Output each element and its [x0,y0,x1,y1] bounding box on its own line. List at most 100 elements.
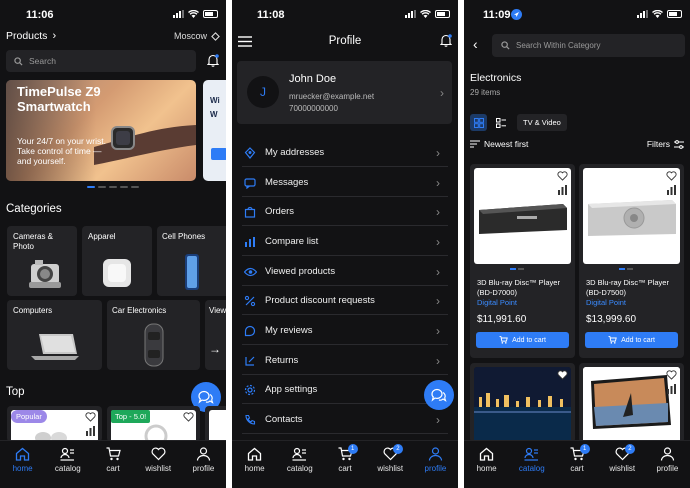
nav-cart[interactable]: 1 cart [322,441,367,488]
list-icon [495,117,506,128]
top-product-card[interactable] [205,406,226,442]
category-computers[interactable]: Computers [7,300,102,370]
add-to-cart-button[interactable]: Add to cart [476,332,569,348]
products-header[interactable]: Products › [6,30,56,42]
bell-icon [206,54,220,67]
promo-banner-2[interactable]: Wi W [203,80,226,181]
messages-icon [244,177,256,189]
heart-icon[interactable] [666,370,677,380]
user-card[interactable]: J John Doe mruecker@example.net 70000000… [237,61,452,124]
category-view-all[interactable]: View → [205,300,226,370]
location-arrow-icon [511,9,522,20]
product-card[interactable] [579,363,684,443]
heart-icon[interactable] [557,370,568,380]
nav-cart[interactable]: cart [90,441,135,488]
nav-wishlist[interactable]: wishlist [136,441,181,488]
category-car-electronics[interactable]: Car Electronics [107,300,200,370]
banner2-button[interactable] [211,148,226,160]
nav-home[interactable]: home [232,441,277,488]
menu-item-settings[interactable]: App settings [242,376,448,404]
category-cameras[interactable]: Cameras & Photo [7,226,77,296]
category-label: Car Electronics [112,306,167,315]
nav-profile[interactable]: profile [413,441,458,488]
menu-item-viewed[interactable]: Viewed products › [242,258,448,286]
compare-icon[interactable] [558,185,567,195]
bell-icon[interactable] [440,34,452,47]
nav-wishlist[interactable]: 2 wishlist [600,441,645,488]
product-brand[interactable]: Digital Point [477,298,517,307]
nav-catalog[interactable]: catalog [45,441,90,488]
nav-profile[interactable]: profile [645,441,690,488]
menu-label: Messages [265,177,309,188]
image-pagination [619,268,633,270]
nav-home[interactable]: home [0,441,45,488]
profile-icon [660,447,675,461]
heart-icon[interactable] [557,171,568,181]
category-search-input[interactable]: Search Within Category [492,34,685,57]
menu-item-orders[interactable]: Orders › [242,198,448,226]
promo-banner[interactable]: TimePulse Z9 Smartwatch Your 24/7 on you… [6,80,196,181]
nav-profile[interactable]: profile [181,441,226,488]
menu-item-addresses[interactable]: My addresses › [242,139,448,167]
category-screen: 11:09 ‹ Search Within Category Electroni… [464,0,690,488]
compare-icon[interactable] [86,426,95,436]
list-view-toggle[interactable] [492,114,509,131]
notifications-button[interactable] [206,54,220,72]
filters-button[interactable]: Filters [647,139,684,149]
sort-selector[interactable]: Newest first [470,139,528,149]
search-placeholder: Search [29,56,56,66]
chevron-right-icon: › [436,412,440,427]
discount-icon [244,295,256,306]
nav-wishlist[interactable]: 2 wishlist [368,441,413,488]
cart-count-badge: 1 [347,444,358,454]
sort-label: Newest first [484,139,529,149]
chevron-right-icon: › [436,264,440,279]
nav-home[interactable]: home [464,441,509,488]
compare-icon[interactable] [667,185,676,195]
location-selector[interactable]: Moscow [174,31,220,41]
category-cell-phones[interactable]: Cell Phones [157,226,226,296]
menu-item-reviews[interactable]: My reviews › [242,317,448,345]
chat-button[interactable] [424,380,454,410]
category-apparel[interactable]: Apparel [82,226,152,296]
nav-label: wishlist [609,464,636,473]
search-input[interactable]: Search [6,50,196,72]
product-image [474,168,571,264]
product-card[interactable]: 3D Blu-ray Disc™ Player (BD-D7500) Digit… [579,164,684,358]
contacts-icon [245,414,256,425]
menu-item-contacts[interactable]: Contacts › [242,406,448,434]
cart-icon [499,336,508,344]
heart-icon[interactable] [666,171,677,181]
nav-catalog[interactable]: catalog [509,441,554,488]
wishlist-count-badge: 2 [624,444,635,454]
add-to-cart-button[interactable]: Add to cart [585,332,678,348]
camera-image [29,260,61,288]
product-card[interactable] [470,363,575,443]
nav-cart[interactable]: 1 cart [554,441,599,488]
menu-label: Product discount requests [265,295,375,306]
nav-catalog[interactable]: catalog [277,441,322,488]
back-button[interactable]: ‹ [473,36,478,52]
returns-icon [245,356,255,366]
menu-label: Returns [265,355,299,366]
top-product-card[interactable]: Popular [7,406,102,444]
grid-view-toggle[interactable] [470,114,487,131]
chevron-right-icon: › [436,353,440,368]
menu-item-discount[interactable]: Product discount requests › [242,287,448,315]
filter-chip[interactable]: TV & Video [517,114,567,131]
menu-item-compare[interactable]: Compare list › [242,228,448,256]
product-card[interactable]: 3D Blu-ray Disc™ Player (BD-D7000) Digit… [470,164,575,358]
heart-icon[interactable] [85,412,96,422]
product-name[interactable]: 3D Blu-ray Disc™ Player (BD-D7000) [477,278,569,297]
nav-label: wishlist [377,464,404,473]
product-name[interactable]: 3D Blu-ray Disc™ Player (BD-D7500) [586,278,678,297]
heart-icon[interactable] [183,412,194,422]
menu-item-returns[interactable]: Returns › [242,347,448,375]
menu-item-messages[interactable]: Messages › [242,169,448,197]
product-brand[interactable]: Digital Point [586,298,626,307]
home-icon [15,447,30,461]
laptop-image [31,334,79,360]
chevron-right-icon: › [52,30,57,42]
top-product-card[interactable]: Top - 5.0! [107,406,200,446]
compare-icon[interactable] [667,384,676,394]
